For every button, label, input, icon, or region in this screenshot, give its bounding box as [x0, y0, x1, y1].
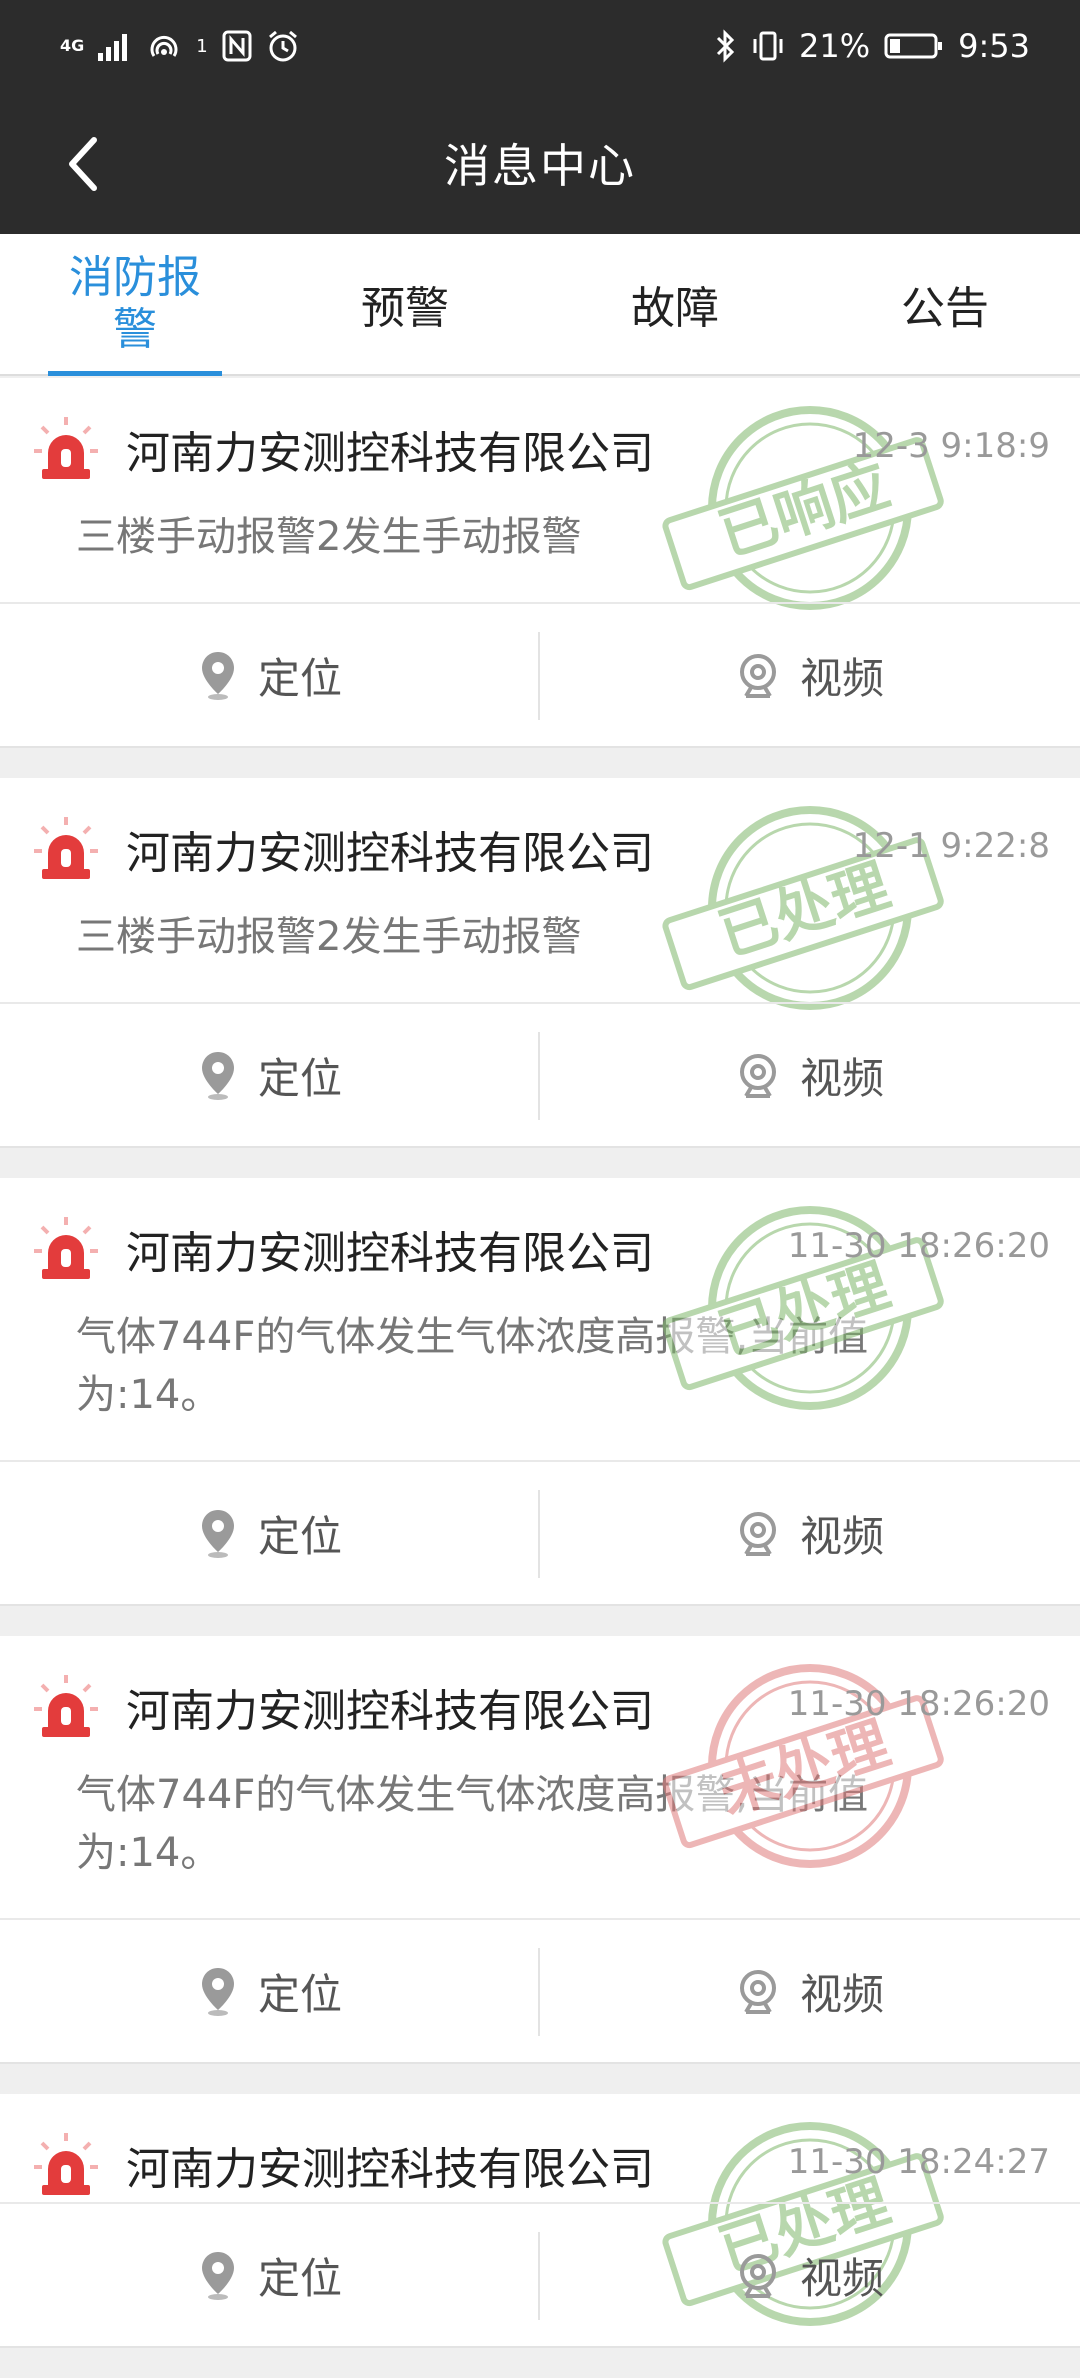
- video-label: 视频: [799, 653, 884, 703]
- siren-icon: [34, 817, 98, 879]
- company-name: 河南力安测控科技有限公司: [126, 2144, 654, 2195]
- tab-fire-alarm[interactable]: 消防报警: [0, 234, 270, 376]
- tab-announcement[interactable]: 公告: [810, 234, 1080, 374]
- message-time: 12-1 9:22:8: [852, 826, 1050, 866]
- locate-button[interactable]: 定位: [0, 1920, 540, 2062]
- divider: [538, 1490, 540, 1578]
- action-bar: 定位 视频: [0, 1918, 1080, 2062]
- message-list: 已响应 河南力安测控科技有限公司 12-3 9:18:9 三楼手动报警2发生手动…: [0, 378, 1080, 2378]
- video-button[interactable]: 视频: [540, 1920, 1080, 2062]
- message-time: 12-3 9:18:9: [852, 426, 1050, 466]
- nfc-icon: [222, 30, 252, 62]
- company-name: 河南力安测控科技有限公司: [126, 428, 654, 479]
- locate-label: 定位: [257, 653, 342, 703]
- locate-button[interactable]: 定位: [0, 604, 540, 746]
- divider: [538, 1948, 540, 2036]
- video-button[interactable]: 视频: [540, 1004, 1080, 1146]
- video-label: 视频: [799, 2253, 884, 2303]
- location-pin-icon: [201, 1510, 234, 1558]
- siren-icon: [34, 2133, 98, 2195]
- location-pin-icon: [201, 2252, 234, 2300]
- siren-icon: [34, 1217, 98, 1279]
- message-time: 11-30 18:26:20: [787, 1684, 1050, 1724]
- locate-label: 定位: [257, 1969, 342, 2019]
- message-description: 气体744F的气体发生气体浓度高报警,当前值为:14。: [76, 1314, 869, 1418]
- location-pin-icon: [201, 652, 234, 700]
- camera-icon: [739, 654, 776, 698]
- message-card[interactable]: 已处理 河南力安测控科技有限公司 11-30 18:26:20 气体744F的气…: [0, 1178, 1080, 1606]
- clock: 9:53: [958, 27, 1030, 65]
- company-name: 河南力安测控科技有限公司: [126, 1228, 654, 1279]
- message-description: 三楼手动报警2发生手动报警: [76, 914, 582, 960]
- video-button[interactable]: 视频: [540, 604, 1080, 746]
- page-title: 消息中心: [444, 139, 636, 193]
- video-label: 视频: [799, 1511, 884, 1561]
- company-name: 河南力安测控科技有限公司: [126, 828, 654, 879]
- camera-icon: [739, 1970, 776, 2014]
- tab-label: 预警: [361, 283, 449, 334]
- action-bar: 定位 视频: [0, 1002, 1080, 1146]
- action-bar: 定位 视频: [0, 602, 1080, 746]
- locate-button[interactable]: 定位: [0, 2204, 540, 2346]
- camera-icon: [739, 1512, 776, 1556]
- locate-label: 定位: [257, 1511, 342, 1561]
- hotspot-icon: [150, 35, 178, 57]
- action-bar: 定位 视频: [0, 2202, 1080, 2346]
- locate-button[interactable]: 定位: [0, 1462, 540, 1604]
- locate-label: 定位: [257, 1053, 342, 1103]
- camera-icon: [739, 1054, 776, 1098]
- tab-early-warning[interactable]: 预警: [270, 234, 540, 374]
- message-card[interactable]: 已响应 河南力安测控科技有限公司 12-3 9:18:9 三楼手动报警2发生手动…: [0, 378, 1080, 748]
- tab-label: 故障: [631, 283, 719, 334]
- tab-bar: 消防报警 预警 故障 公告: [0, 234, 1080, 376]
- message-description: 气体744F的气体发生气体浓度高报警,当前值为:14。: [76, 1772, 869, 1876]
- status-right: 21% 9:53: [715, 27, 1030, 65]
- alarm-clock-icon: [268, 30, 297, 62]
- app-header: 消息中心: [0, 92, 1080, 234]
- network-type: 4G: [60, 36, 85, 55]
- chevron-left-icon: [69, 137, 97, 191]
- vibrate-icon: [753, 31, 783, 61]
- hotspot-count: 1: [196, 35, 208, 57]
- message-card[interactable]: 未处理 河南力安测控科技有限公司 11-30 18:26:20 气体744F的气…: [0, 1636, 1080, 2064]
- video-label: 视频: [799, 1969, 884, 2019]
- siren-icon: [34, 1675, 98, 1737]
- divider: [538, 632, 540, 720]
- location-pin-icon: [201, 1968, 234, 2016]
- message-time: 11-30 18:24:27: [787, 2142, 1050, 2182]
- siren-icon: [34, 417, 98, 479]
- tab-label: 公告: [901, 283, 989, 334]
- video-button[interactable]: 视频: [540, 2204, 1080, 2346]
- message-card[interactable]: 已处理 河南力安测控科技有限公司 12-1 9:22:8 三楼手动报警2发生手动…: [0, 778, 1080, 1148]
- divider: [538, 2232, 540, 2320]
- tab-fault[interactable]: 故障: [540, 234, 810, 374]
- action-bar: 定位 视频: [0, 1460, 1080, 1604]
- battery-icon: [884, 33, 943, 59]
- video-button[interactable]: 视频: [540, 1462, 1080, 1604]
- tab-label: 消防报警: [69, 252, 201, 355]
- location-pin-icon: [201, 1052, 234, 1100]
- locate-label: 定位: [257, 2253, 342, 2303]
- camera-icon: [739, 2254, 776, 2298]
- message-time: 11-30 18:26:20: [787, 1226, 1050, 1266]
- status-left: 4G 1: [60, 29, 300, 63]
- company-name: 河南力安测控科技有限公司: [126, 1686, 654, 1737]
- bluetooth-icon: [716, 29, 735, 63]
- message-description: 三楼手动报警2发生手动报警: [76, 514, 582, 560]
- signal-icon: [98, 34, 128, 61]
- locate-button[interactable]: 定位: [0, 1004, 540, 1146]
- back-button[interactable]: [56, 132, 116, 196]
- message-card[interactable]: 已处理 河南力安测控科技有限公司 11-30 18:24:27 定位 视频: [0, 2094, 1080, 2348]
- video-label: 视频: [799, 1053, 884, 1103]
- battery-percent: 21%: [799, 27, 871, 65]
- divider: [538, 1032, 540, 1120]
- status-bar: 4G 1 21% 9:53: [0, 0, 1080, 92]
